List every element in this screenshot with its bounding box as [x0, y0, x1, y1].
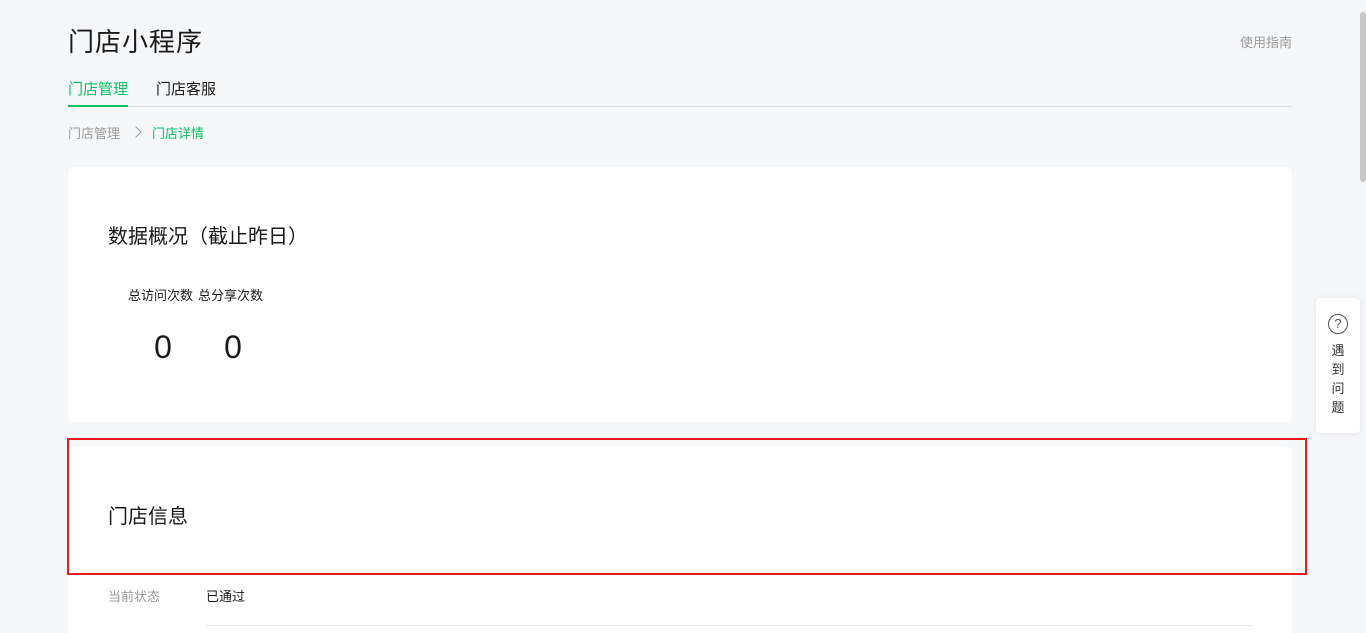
status-value: 已通过: [206, 590, 246, 605]
page-title: 门店小程序: [68, 28, 204, 58]
breadcrumb-parent[interactable]: 门店管理: [68, 123, 120, 142]
breadcrumb: 门店管理 门店详情: [68, 123, 204, 142]
total-visits-value: 0: [154, 329, 172, 365]
usage-guide-link[interactable]: 使用指南: [1240, 32, 1292, 51]
chevron-right-icon: [130, 126, 142, 138]
help-widget[interactable]: ? 遇到问题: [1316, 298, 1360, 433]
tab-bar: 门店管理 门店客服: [68, 78, 1292, 107]
data-overview-card: 数据概况（截止昨日） 总访问次数 总分享次数 0 0: [68, 167, 1292, 422]
breadcrumb-current: 门店详情: [152, 127, 205, 142]
total-visits-label: 总访问次数: [128, 289, 194, 304]
page-scrollbar[interactable]: [1360, 0, 1366, 633]
tab-store-customer-service[interactable]: 门店客服: [156, 78, 216, 107]
total-shares-value: 0: [224, 329, 242, 365]
question-circle-icon: ?: [1328, 314, 1348, 334]
help-widget-label: 遇到问题: [1331, 344, 1345, 416]
field-divider: [206, 625, 1252, 626]
store-info-card: 门店信息 当前状态 已通过: [68, 446, 1292, 633]
total-shares-label: 总分享次数: [198, 289, 264, 304]
scrollbar-thumb[interactable]: [1360, 12, 1366, 182]
tab-store-management[interactable]: 门店管理: [68, 78, 129, 107]
status-label: 当前状态: [108, 590, 161, 605]
data-overview-title: 数据概况（截止昨日）: [108, 224, 308, 248]
store-info-title: 门店信息: [108, 504, 188, 528]
